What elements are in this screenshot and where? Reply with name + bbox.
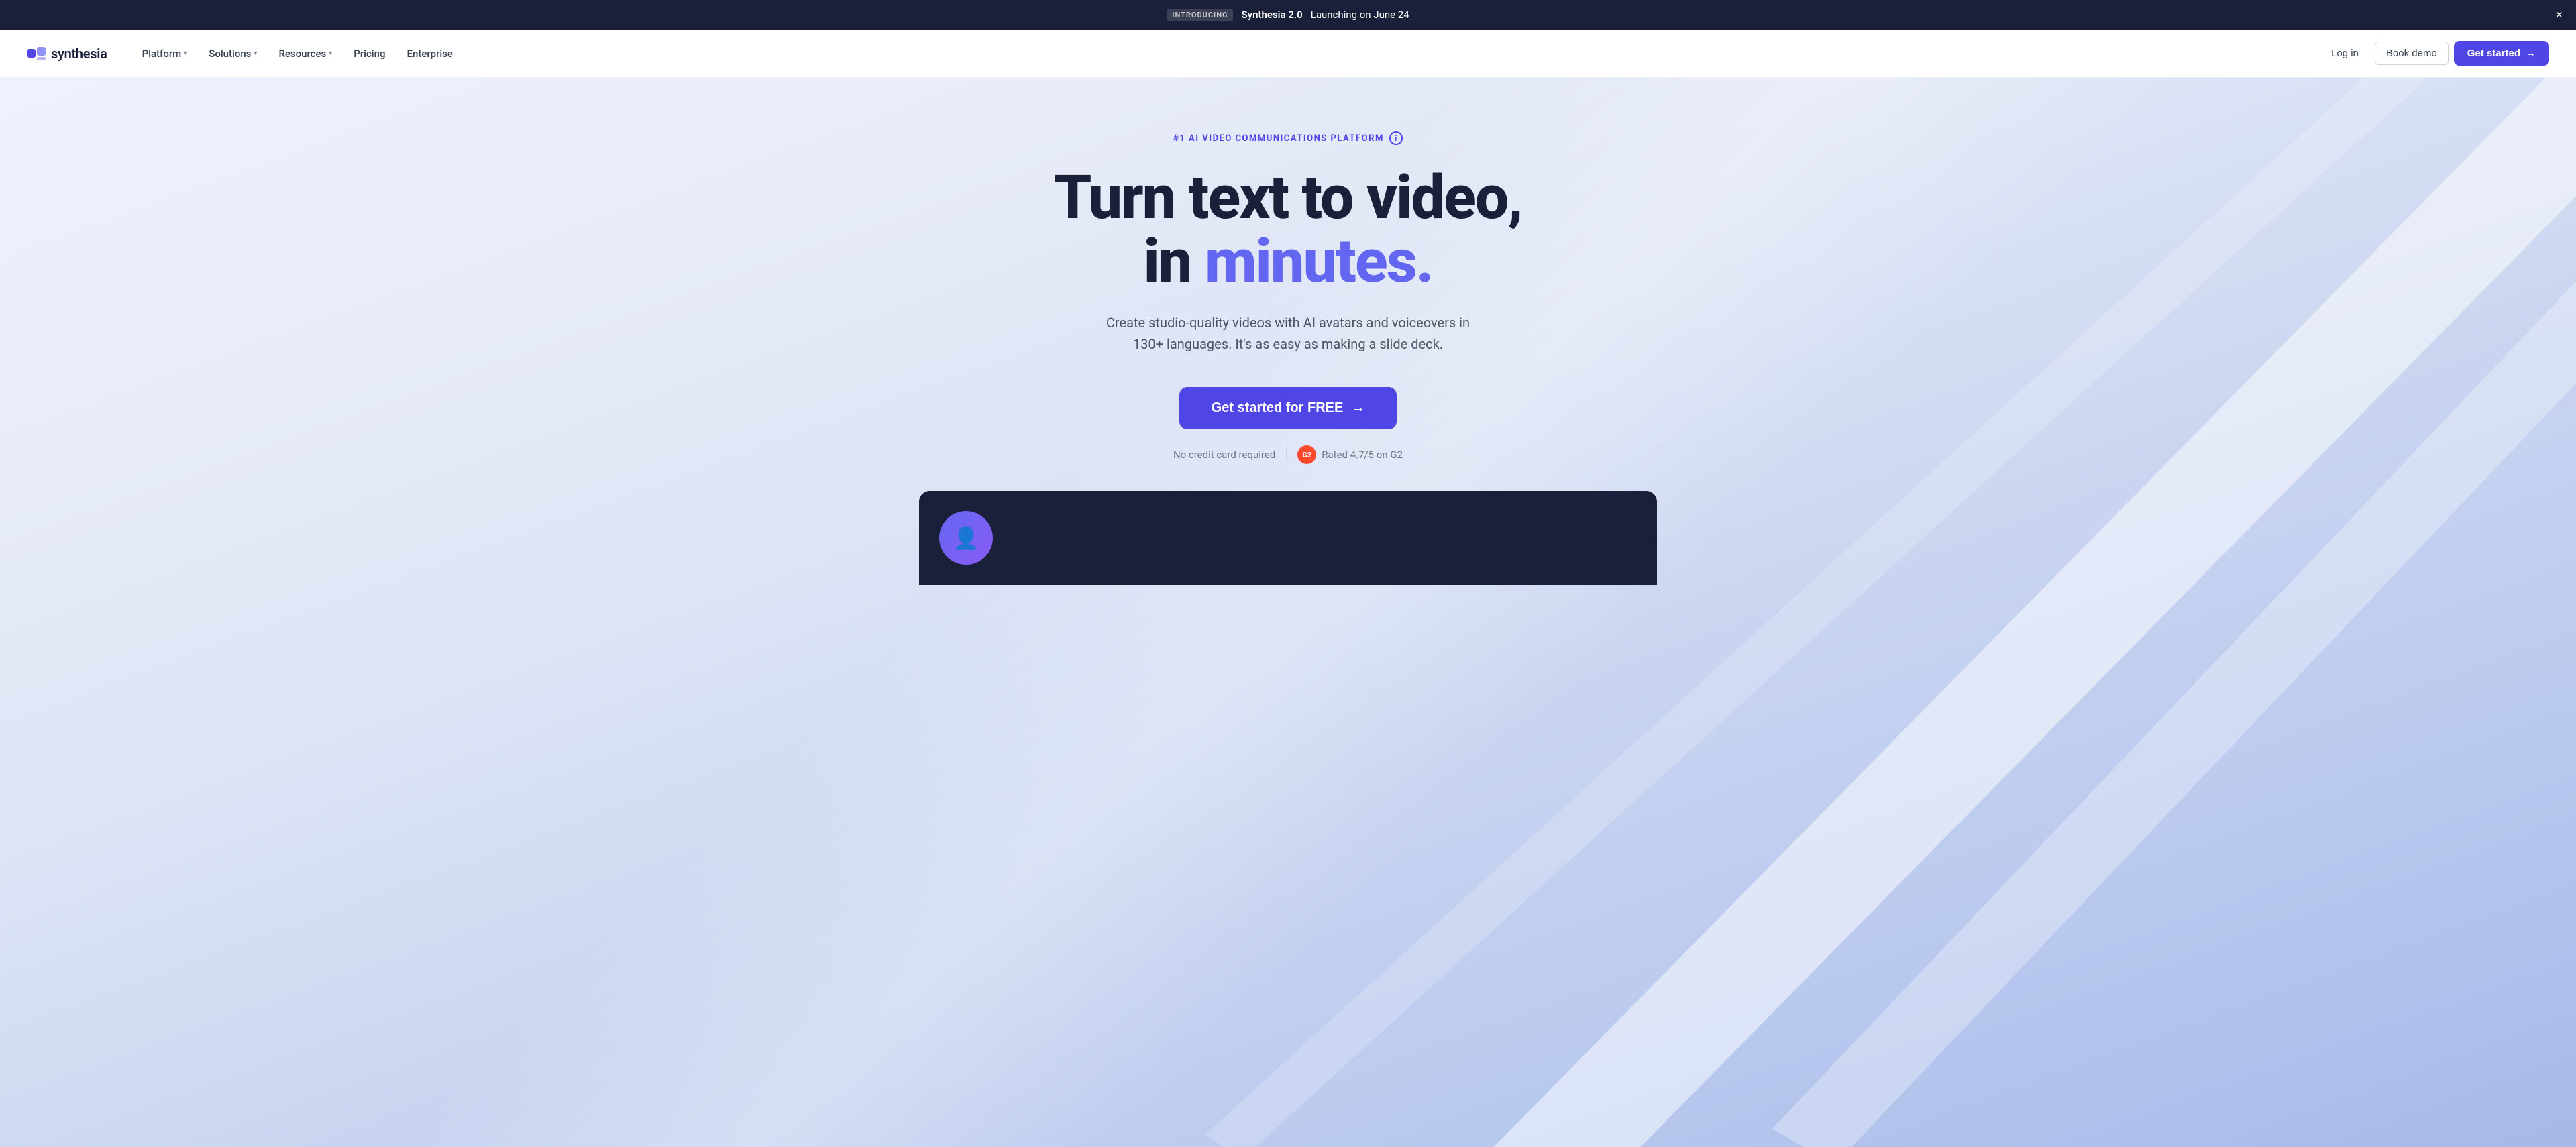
get-started-nav-arrow: → [2526, 48, 2536, 59]
hero-cta-label: Get started for FREE [1212, 400, 1344, 416]
hero-heading: Turn text to video, in minutes. [1054, 166, 1521, 293]
logo[interactable]: synthesia [27, 46, 107, 62]
nav-left: synthesia Platform ▾ Solutions ▾ Resourc… [27, 42, 461, 65]
nav-item-resources[interactable]: Resources ▾ [270, 42, 340, 65]
avatar-preview: 👤 [939, 511, 993, 565]
badge-container: #1 AI VIDEO COMMUNICATIONS PLATFORM i [1173, 131, 1403, 145]
trust-divider [1286, 448, 1287, 461]
nav-platform-label: Platform [142, 48, 182, 60]
nav-item-enterprise[interactable]: Enterprise [399, 42, 461, 65]
nav-item-solutions[interactable]: Solutions ▾ [201, 42, 265, 65]
nav-platform-chevron: ▾ [184, 50, 187, 57]
hero-section: #1 AI VIDEO COMMUNICATIONS PLATFORM i Tu… [0, 78, 2576, 1147]
info-icon-label: i [1395, 134, 1397, 143]
avatar-icon: 👤 [953, 525, 979, 551]
nav-links: Platform ▾ Solutions ▾ Resources ▾ Prici… [134, 42, 461, 65]
logo-text: synthesia [51, 46, 107, 62]
announcement-banner: INTRODUCING Synthesia 2.0 Launching on J… [0, 0, 2576, 30]
hero-heading-prefix: in [1143, 226, 1204, 296]
nav-enterprise-label: Enterprise [407, 48, 453, 60]
navbar: synthesia Platform ▾ Solutions ▾ Resourc… [0, 30, 2576, 78]
hero-trust: No credit card required G2 Rated 4.7/5 o… [1173, 445, 1403, 464]
book-demo-button[interactable]: Book demo [2375, 42, 2449, 65]
nav-solutions-label: Solutions [209, 48, 251, 60]
nav-resources-label: Resources [278, 48, 326, 60]
platform-badge: #1 AI VIDEO COMMUNICATIONS PLATFORM [1173, 133, 1384, 144]
hero-cta-button[interactable]: Get started for FREE → [1179, 387, 1397, 429]
nav-right: Log in Book demo Get started → [2320, 41, 2549, 66]
nav-item-pricing[interactable]: Pricing [345, 42, 393, 65]
hero-cta-arrow: → [1351, 400, 1364, 416]
nav-resources-chevron: ▾ [329, 50, 332, 57]
g2-rating-text: Rated 4.7/5 on G2 [1322, 449, 1403, 461]
g2-logo-text: G2 [1302, 451, 1311, 459]
introducing-badge: INTRODUCING [1167, 9, 1233, 21]
logo-icon [27, 47, 46, 60]
g2-badge: G2 Rated 4.7/5 on G2 [1297, 445, 1403, 464]
banner-product-name: Synthesia 2.0 [1241, 9, 1302, 21]
login-button[interactable]: Log in [2320, 42, 2369, 64]
get-started-nav-button[interactable]: Get started → [2454, 41, 2549, 66]
nav-item-platform[interactable]: Platform ▾ [134, 42, 196, 65]
hero-heading-line1: Turn text to video, [1054, 162, 1521, 233]
hero-subtext: Create studio-quality videos with AI ava… [1100, 312, 1476, 355]
banner-content: INTRODUCING Synthesia 2.0 Launching on J… [1167, 9, 1409, 21]
banner-cta-link[interactable]: Launching on June 24 [1311, 9, 1409, 21]
hero-heading-highlight: minutes. [1205, 226, 1433, 296]
no-credit-card-text: No credit card required [1173, 449, 1275, 461]
nav-solutions-chevron: ▾ [254, 50, 257, 57]
nav-pricing-label: Pricing [354, 48, 385, 60]
banner-close-button[interactable]: × [2555, 9, 2563, 21]
info-icon[interactable]: i [1389, 131, 1403, 145]
g2-logo-icon: G2 [1297, 445, 1316, 464]
get-started-nav-label: Get started [2467, 48, 2520, 59]
video-preview-container: 👤 [919, 491, 1657, 585]
